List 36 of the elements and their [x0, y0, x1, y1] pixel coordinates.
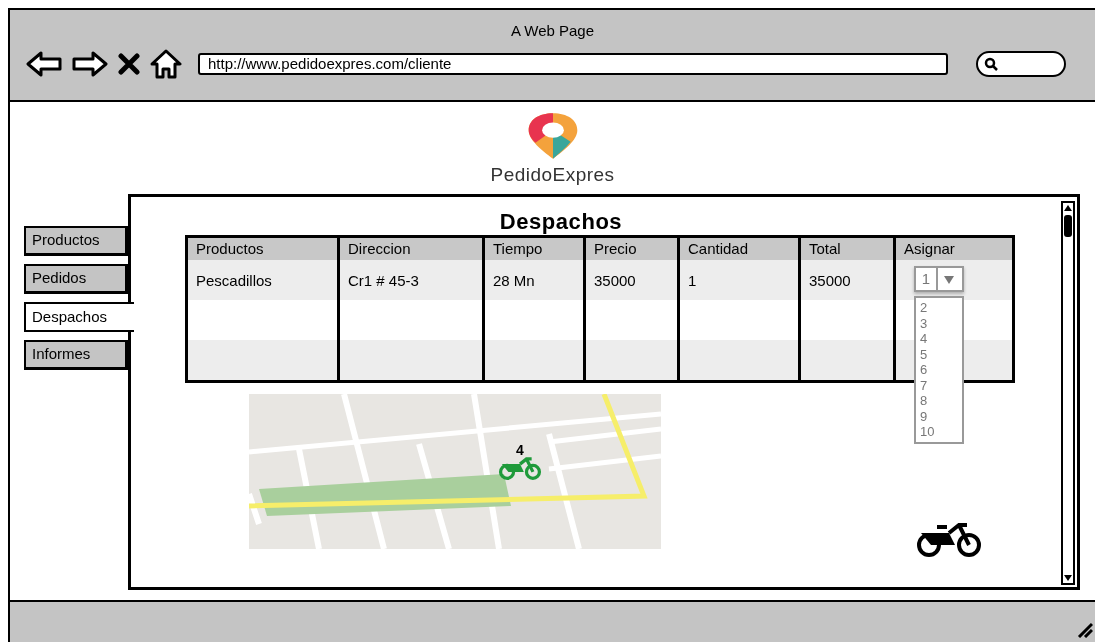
- dropdown-option[interactable]: 4: [920, 331, 958, 347]
- search-field[interactable]: [976, 50, 1066, 77]
- forward-arrow-icon[interactable]: [72, 49, 108, 78]
- resize-grip-icon[interactable]: [1075, 620, 1093, 638]
- motorcycle-icon: [915, 521, 983, 557]
- dropdown-option[interactable]: 2: [920, 300, 958, 316]
- brand-name: PedidoExpres: [490, 164, 615, 186]
- scroll-up-icon[interactable]: [1063, 203, 1073, 213]
- scroll-thumb[interactable]: [1064, 215, 1072, 237]
- side-tab[interactable]: Informes: [24, 340, 128, 370]
- dropdown-option[interactable]: 3: [920, 315, 958, 331]
- search-icon: [984, 56, 998, 71]
- scroll-down-icon[interactable]: [1063, 573, 1073, 583]
- selected-value: 1: [916, 268, 938, 290]
- home-icon[interactable]: [150, 48, 182, 79]
- address-bar[interactable]: http://www.pedidoexpres.com/cliente: [198, 52, 948, 75]
- dropdown-option[interactable]: 10: [920, 424, 958, 440]
- side-tab[interactable]: Despachos: [24, 302, 134, 332]
- dropdown-option[interactable]: 7: [920, 377, 958, 393]
- assign-dropdown[interactable]: 1: [914, 266, 964, 292]
- side-tab[interactable]: Productos: [24, 226, 128, 256]
- window-title: A Web Page: [510, 21, 595, 41]
- dropdown-option[interactable]: 6: [920, 362, 958, 378]
- marker-label: 4: [516, 444, 524, 456]
- caret-icon: [944, 276, 954, 284]
- dropdown-option[interactable]: 5: [920, 346, 958, 362]
- panel-title: Despachos: [498, 208, 624, 236]
- column-header: Productos: [195, 239, 265, 259]
- motorcycle-icon: [498, 456, 542, 480]
- close-icon[interactable]: [118, 52, 140, 75]
- table-cell-text: Pescadillos: [195, 271, 273, 291]
- dropdown-option[interactable]: 9: [920, 408, 958, 424]
- side-tab[interactable]: Pedidos: [24, 264, 128, 294]
- dropdown-option[interactable]: 8: [920, 393, 958, 409]
- back-arrow-icon[interactable]: [26, 49, 62, 78]
- scrollbar[interactable]: [1061, 201, 1075, 585]
